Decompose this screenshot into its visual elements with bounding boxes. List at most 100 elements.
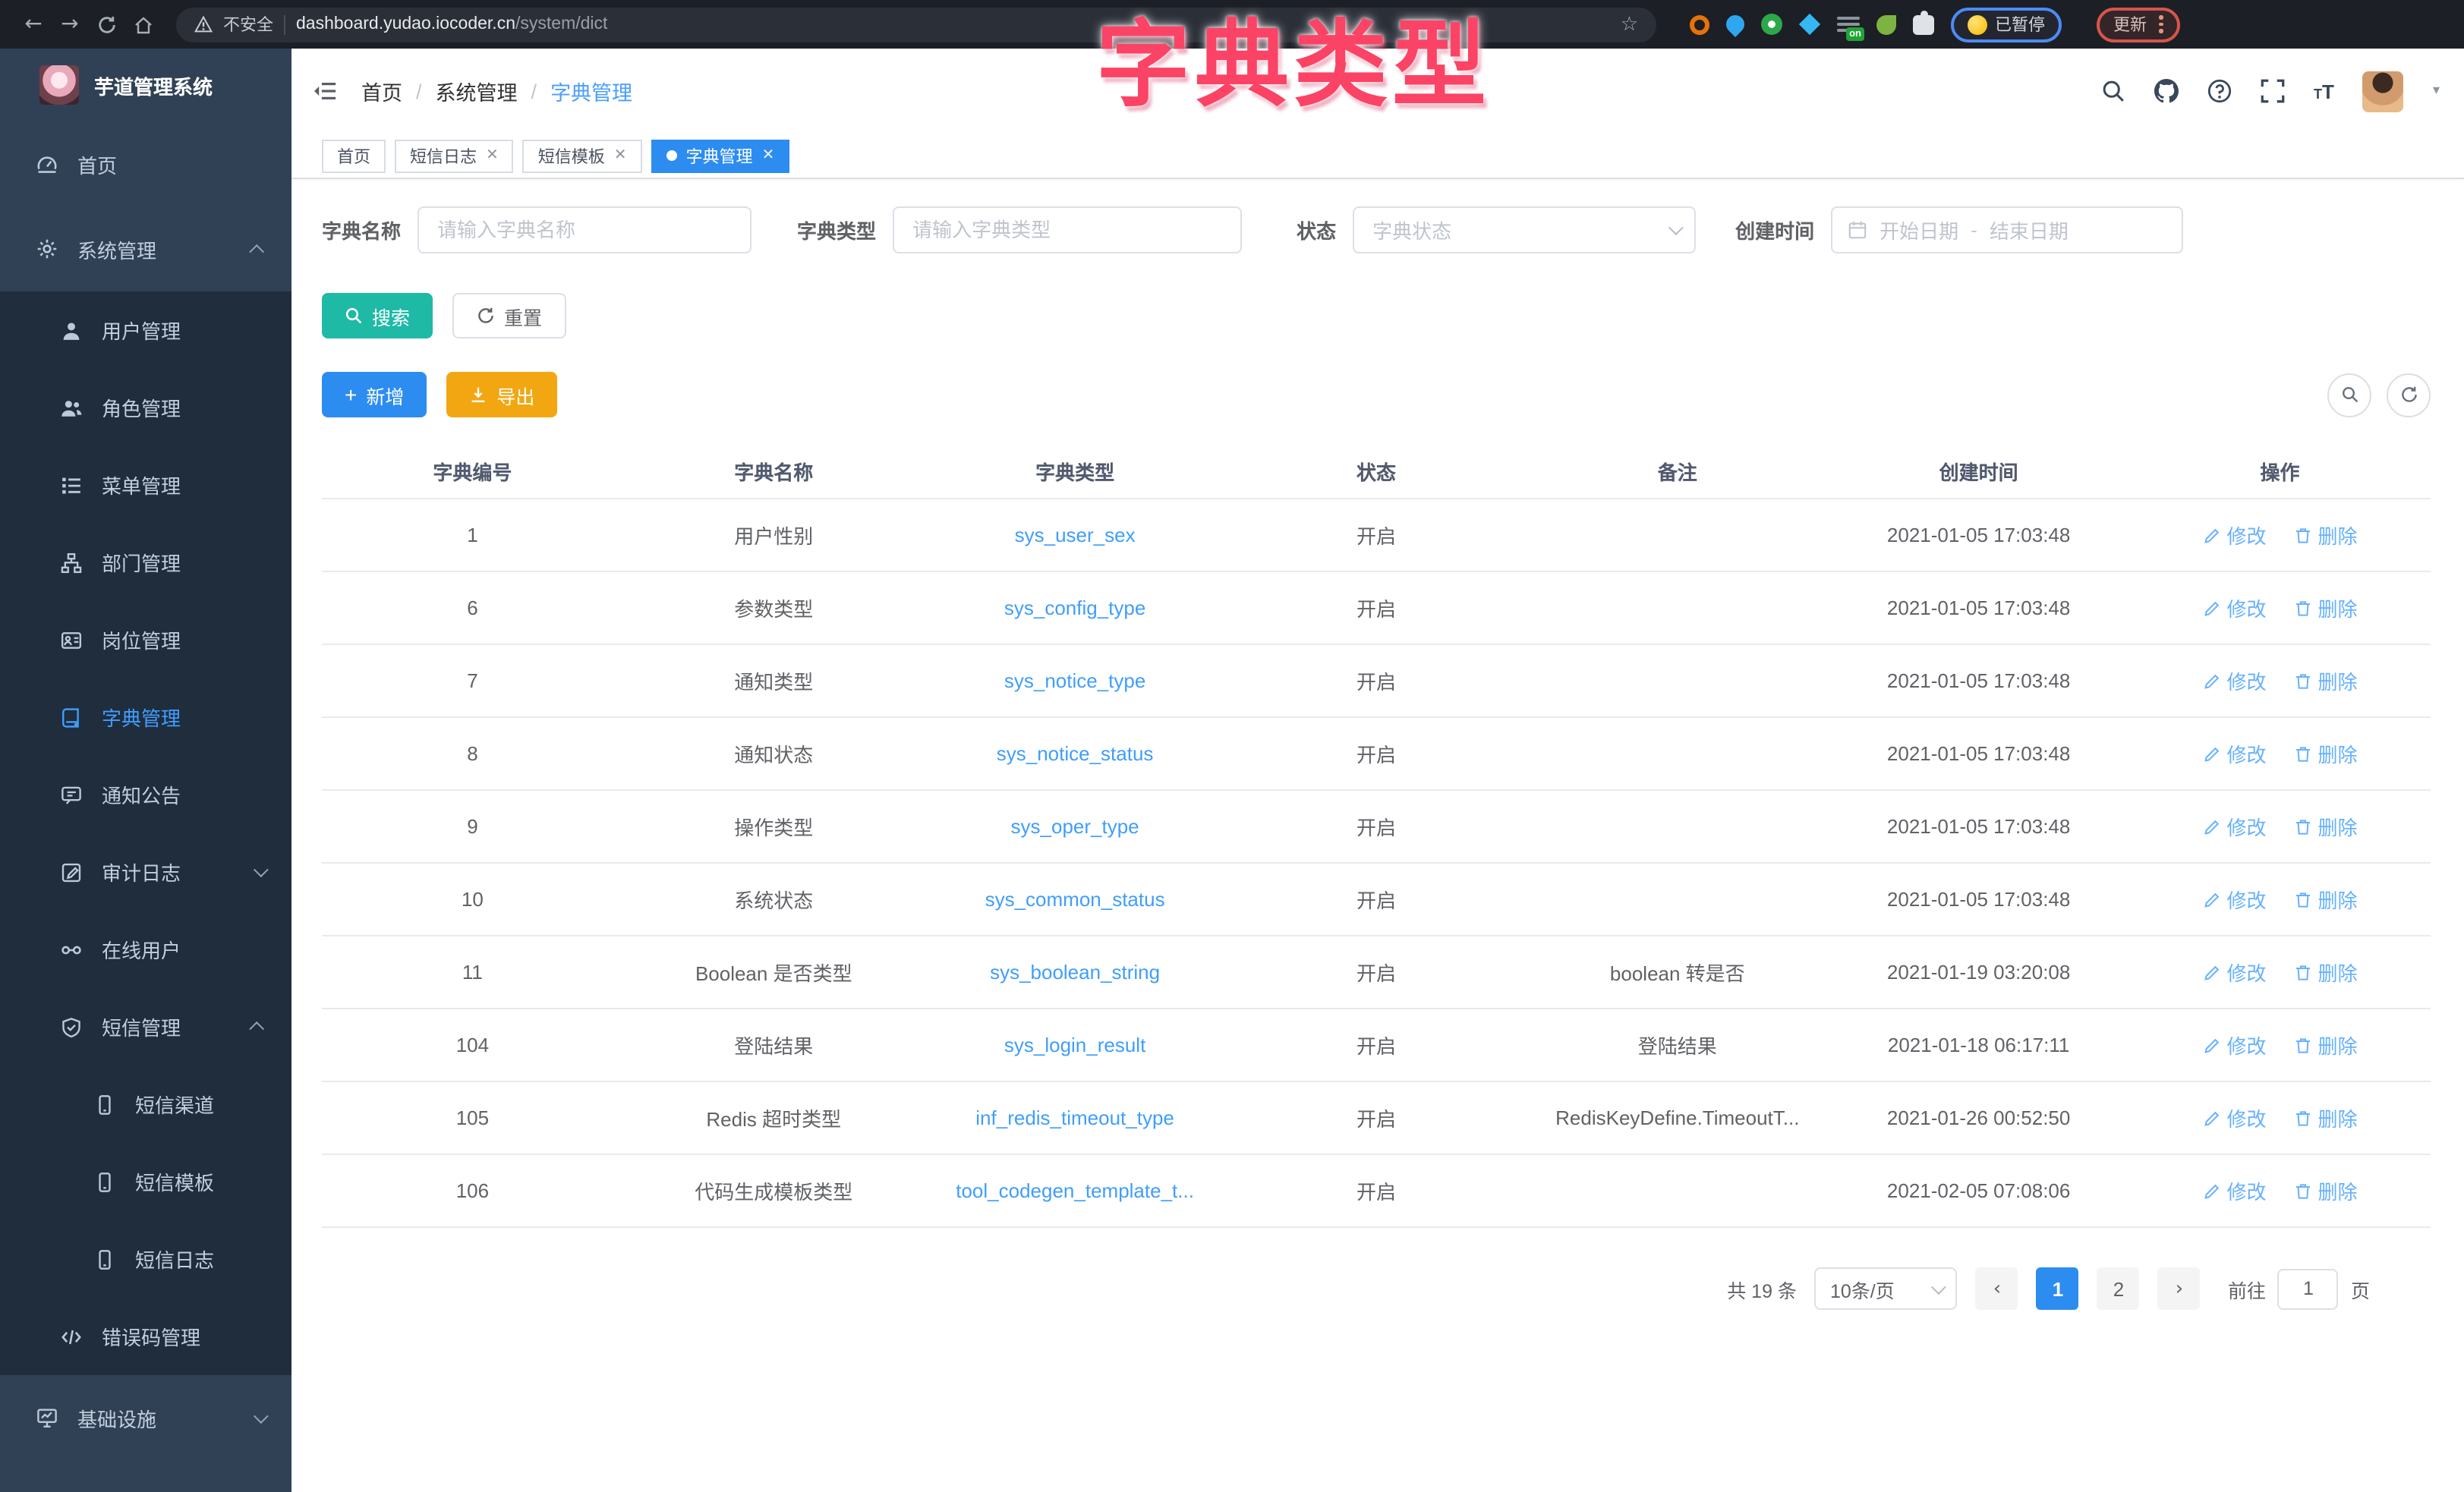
cell-id: 104 [322, 1034, 623, 1056]
delete-button[interactable]: 删除 [2293, 1176, 2357, 1205]
date-range-picker[interactable]: 开始日期 - 结束日期 [1831, 206, 2183, 253]
breadcrumb-home[interactable]: 首页 [361, 76, 402, 106]
delete-button[interactable]: 删除 [2293, 593, 2357, 622]
dict-type-link[interactable]: sys_login_result [1004, 1034, 1145, 1056]
sidebar-item-sms-template[interactable]: 短信模板 [0, 1143, 291, 1220]
help-icon[interactable] [2207, 79, 2232, 103]
edit-button[interactable]: 修改 [2202, 739, 2266, 768]
sidebar-item-error-code[interactable]: 错误码管理 [0, 1298, 291, 1375]
browser-back-icon[interactable]: ← [15, 12, 52, 36]
cell-name: Redis 超时类型 [623, 1103, 925, 1132]
sidebar-item-sms-channel[interactable]: 短信渠道 [0, 1065, 291, 1143]
dict-type-link[interactable]: sys_notice_status [997, 742, 1154, 765]
extension-switch-icon[interactable]: on [1837, 13, 1860, 36]
sidebar-item-dict[interactable]: 字典管理 [0, 678, 291, 756]
extension-drop-icon[interactable] [1722, 11, 1748, 37]
dict-name-input[interactable] [417, 206, 751, 253]
sidebar-item-posts[interactable]: 岗位管理 [0, 601, 291, 678]
tab-sms-template[interactable]: 短信模板✕ [523, 139, 642, 172]
sidebar-item-system[interactable]: 系统管理 [0, 206, 291, 291]
delete-button[interactable]: 删除 [2293, 521, 2357, 549]
edit-button[interactable]: 修改 [2202, 1103, 2266, 1132]
avatar-caret-icon[interactable]: ▾ [2433, 83, 2440, 99]
delete-button[interactable]: 删除 [2293, 666, 2357, 695]
toggle-search-button[interactable] [2327, 373, 2371, 417]
prev-page-button[interactable]: ‹ [1976, 1267, 2018, 1310]
dict-type-link[interactable]: sys_common_status [985, 888, 1165, 911]
delete-button[interactable]: 删除 [2293, 1031, 2357, 1059]
sidebar-item-roles[interactable]: 角色管理 [0, 369, 291, 446]
extension-donut-icon[interactable] [1690, 14, 1709, 34]
sidebar-item-menus[interactable]: 菜单管理 [0, 446, 291, 524]
browser-update-button[interactable]: 更新 [2097, 7, 2179, 42]
fullscreen-icon[interactable] [2261, 79, 2285, 103]
dict-type-link[interactable]: sys_user_sex [1015, 524, 1136, 546]
export-button[interactable]: 导出 [446, 372, 557, 417]
page-button-2[interactable]: 2 [2097, 1267, 2140, 1310]
tab-close-icon[interactable]: ✕ [762, 147, 775, 164]
breadcrumb-system[interactable]: 系统管理 [436, 76, 518, 106]
sidebar-item-home[interactable]: 首页 [0, 121, 291, 206]
delete-button[interactable]: 删除 [2293, 1103, 2357, 1132]
sidebar-item-departments[interactable]: 部门管理 [0, 524, 291, 601]
edit-button[interactable]: 修改 [2202, 521, 2266, 549]
dict-type-link[interactable]: sys_config_type [1004, 596, 1145, 619]
dict-type-link[interactable]: inf_redis_timeout_type [975, 1106, 1174, 1129]
sidebar-item-sms[interactable]: 短信管理 [0, 988, 291, 1065]
bookmark-star-icon[interactable]: ☆ [1621, 13, 1638, 36]
delete-button[interactable]: 删除 [2293, 885, 2357, 914]
extension-green-circle-icon[interactable] [1761, 14, 1782, 35]
dict-type-link[interactable]: tool_codegen_template_t... [956, 1179, 1194, 1202]
sidebar-fold-icon[interactable] [313, 79, 337, 103]
tab-close-icon[interactable]: ✕ [486, 147, 499, 164]
extension-leaf-icon[interactable] [1876, 14, 1896, 34]
status-select[interactable]: 字典状态 [1353, 206, 1696, 253]
browser-reload-icon[interactable] [88, 14, 124, 34]
delete-button[interactable]: 删除 [2293, 739, 2357, 768]
edit-button[interactable]: 修改 [2202, 593, 2266, 622]
sidebar-item-sms-log[interactable]: 短信日志 [0, 1220, 291, 1298]
user-avatar[interactable] [2363, 71, 2404, 112]
edit-button[interactable]: 修改 [2202, 1176, 2266, 1205]
page-size-select[interactable]: 10条/页 [1815, 1267, 1958, 1310]
search-button[interactable]: 搜索 [322, 293, 433, 338]
dict-type-link[interactable]: sys_oper_type [1011, 815, 1139, 838]
dict-type-input[interactable] [893, 206, 1242, 253]
refresh-table-button[interactable] [2387, 373, 2431, 417]
edit-button[interactable]: 修改 [2202, 885, 2266, 914]
browser-menu-icon[interactable] [2159, 16, 2163, 33]
sidebar-item-users[interactable]: 用户管理 [0, 291, 291, 369]
address-bar[interactable]: 不安全 dashboard.yudao.iocoder.cn/system/di… [176, 7, 1656, 42]
tab-close-icon[interactable]: ✕ [614, 147, 627, 164]
edit-button[interactable]: 修改 [2202, 958, 2266, 987]
dict-type-link[interactable]: sys_notice_type [1004, 669, 1145, 692]
sidebar-item-notice[interactable]: 通知公告 [0, 756, 291, 833]
sidebar-item-audit-log[interactable]: 审计日志 [0, 833, 291, 911]
delete-button[interactable]: 删除 [2293, 958, 2357, 987]
extensions-puzzle-icon[interactable] [1913, 14, 1934, 34]
app-logo[interactable]: 芋道管理系统 [0, 49, 291, 121]
search-icon[interactable] [2101, 79, 2125, 103]
font-size-icon[interactable]: TT [2314, 81, 2334, 101]
goto-page-input[interactable] [2278, 1268, 2339, 1309]
recorder-paused-badge[interactable]: 已暂停 [1951, 7, 2062, 42]
reset-button[interactable]: 重置 [452, 293, 566, 338]
sidebar-item-online-users[interactable]: 在线用户 [0, 911, 291, 988]
browser-home-icon[interactable] [124, 14, 161, 34]
delete-button[interactable]: 删除 [2293, 812, 2357, 841]
add-button[interactable]: + 新增 [322, 372, 427, 417]
tab-home[interactable]: 首页 [322, 139, 386, 172]
github-icon[interactable] [2154, 79, 2179, 103]
edit-button[interactable]: 修改 [2202, 812, 2266, 841]
dict-type-link[interactable]: sys_boolean_string [990, 961, 1160, 984]
next-page-button[interactable]: › [2158, 1267, 2201, 1310]
edit-button[interactable]: 修改 [2202, 1031, 2266, 1059]
edit-button[interactable]: 修改 [2202, 666, 2266, 695]
browser-forward-icon[interactable]: → [52, 12, 88, 36]
extension-diamond-icon[interactable] [1799, 14, 1820, 35]
table-row: 104 登陆结果 sys_login_result 开启 登陆结果 2021-0… [322, 1009, 2431, 1082]
page-button-1[interactable]: 1 [2037, 1267, 2079, 1310]
sidebar-item-infrastructure[interactable]: 基础设施 [0, 1375, 291, 1460]
tab-dict-active[interactable]: 字典管理✕ [651, 139, 790, 172]
tab-sms-log[interactable]: 短信日志✕ [395, 139, 514, 172]
